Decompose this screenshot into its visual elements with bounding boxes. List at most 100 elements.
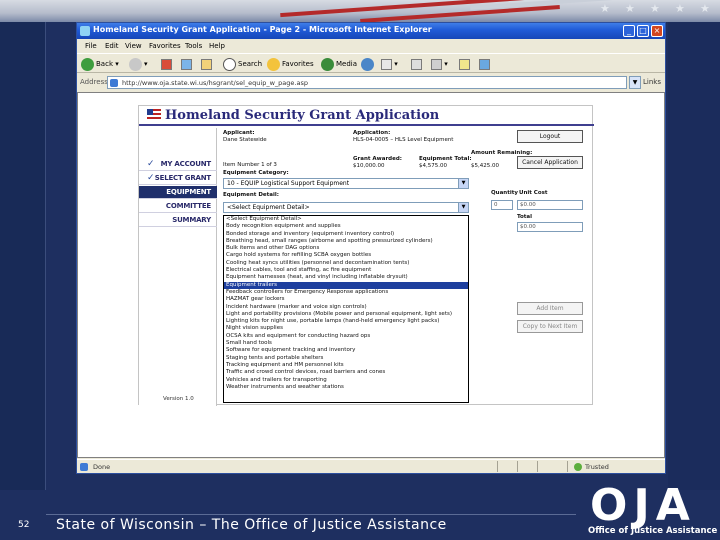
print-button[interactable] <box>411 57 422 71</box>
equipment-detail-option[interactable]: OCSA kits and equipment for conducting h… <box>224 333 468 340</box>
slide-left-panel <box>0 22 46 512</box>
quantity-input[interactable]: 0 <box>491 200 513 210</box>
add-item-button[interactable]: Add Item <box>517 302 583 315</box>
copy-item-button[interactable]: Copy to Next Item <box>517 320 583 333</box>
nav-committee[interactable]: COMMITTEE <box>139 200 217 213</box>
equipment-detail-options: <Select Equipment Detail> Body recognitio… <box>223 215 469 403</box>
status-text: Done <box>93 463 111 471</box>
equipment-detail-option[interactable]: Tracking equipment and HM personnel kits <box>224 362 468 369</box>
home-icon <box>201 58 212 70</box>
address-input[interactable]: http://www.oja.state.wi.us/hsgrant/sel_e… <box>107 76 627 89</box>
total-label: Total <box>517 214 533 220</box>
slide-header-banner: ★ ★ ★ ★ ★ <box>0 0 720 22</box>
equipment-detail-option[interactable]: <Select Equipment Detail> <box>224 216 468 223</box>
grant-awarded-value: $10,000.00 <box>353 163 385 169</box>
equipment-detail-option[interactable]: Cargo hold systems for refilling SCBA ox… <box>224 252 468 259</box>
equipment-detail-option[interactable]: Bulk items and other DAG options <box>224 245 468 252</box>
equipment-detail-option[interactable]: Incident hardware (marker and voice sign… <box>224 304 468 311</box>
app-title: Homeland Security Grant Application <box>165 108 440 123</box>
media-button[interactable]: Media <box>321 57 357 71</box>
back-button[interactable]: Back ▾ <box>81 57 119 71</box>
check-icon: ✓ <box>147 159 155 169</box>
oja-logo-subtitle: Office of Justice Assistance <box>588 526 718 536</box>
address-label: Address <box>80 78 108 86</box>
home-button[interactable] <box>201 57 212 71</box>
page-icon <box>110 79 118 87</box>
application-label: Application: <box>353 130 391 136</box>
menu-file[interactable]: File <box>85 42 97 50</box>
history-button[interactable] <box>361 57 376 71</box>
equipment-detail-option[interactable]: Vehicles and trailers for transporting <box>224 377 468 384</box>
star-icon <box>267 57 280 71</box>
unit-cost-input[interactable]: $0.00 <box>517 200 583 210</box>
equipment-detail-option[interactable]: Small hand tools <box>224 340 468 347</box>
flag-icon <box>147 109 161 121</box>
equipment-detail-option[interactable]: Electrical cables, tool and staffing, ac… <box>224 267 468 274</box>
edit-button[interactable]: ▾ <box>431 57 448 71</box>
equipment-total-value: $4,575.00 <box>419 163 447 169</box>
cancel-application-button[interactable]: Cancel Application <box>517 156 583 169</box>
unit-cost-label: Unit Cost <box>519 190 548 196</box>
discuss-button[interactable] <box>459 57 470 71</box>
equipment-detail-option[interactable]: Equipment harnesses (heat, and vinyl inc… <box>224 274 468 281</box>
logout-button[interactable]: Logout <box>517 130 583 143</box>
minimize-button[interactable]: _ <box>623 25 635 37</box>
page-viewport: Homeland Security Grant Application ✓ MY… <box>77 92 665 458</box>
equipment-detail-option[interactable]: Software for equipment tracking and inve… <box>224 347 468 354</box>
nav-my-account[interactable]: ✓ MY ACCOUNT <box>139 158 217 171</box>
menu-tools[interactable]: Tools <box>185 42 202 50</box>
mail-button[interactable]: ▾ <box>381 57 398 71</box>
nav-select-grant[interactable]: ✓ SELECT GRANT <box>139 172 217 185</box>
equipment-detail-option[interactable]: Bonded storage and inventory (equipment … <box>224 231 468 238</box>
menu-favorites[interactable]: Favorites <box>149 42 181 50</box>
maximize-button[interactable]: □ <box>637 25 649 37</box>
equipment-detail-option[interactable]: Night vision supplies <box>224 325 468 332</box>
stop-button[interactable] <box>161 57 172 71</box>
oja-logo-letters: OJA <box>590 480 696 531</box>
menu-help[interactable]: Help <box>209 42 225 50</box>
address-bar: Address http://www.oja.state.wi.us/hsgra… <box>77 75 665 91</box>
equipment-detail-option[interactable]: Cooling heat syncs utilities (personnel … <box>224 260 468 267</box>
status-bar: Done Trusted <box>77 459 665 473</box>
check-icon: ✓ <box>147 173 155 183</box>
version-label: Version 1.0 <box>163 396 194 402</box>
equipment-detail-option[interactable]: Body recognition equipment and supplies <box>224 223 468 230</box>
equipment-detail-select[interactable]: <Select Equipment Detail> ▼ <box>223 202 469 213</box>
equipment-category-select[interactable]: 10 - EQUIP Logistical Support Equipment ▼ <box>223 178 469 189</box>
favorites-button[interactable]: Favorites <box>267 57 314 71</box>
search-button[interactable]: Search <box>223 57 262 71</box>
slide-right-panel <box>668 22 720 492</box>
nav-summary[interactable]: SUMMARY <box>139 214 217 227</box>
equipment-detail-option[interactable]: Lighting kits for night use, portable la… <box>224 318 468 325</box>
equipment-detail-option[interactable]: Breathing head, small ranges (airborne a… <box>224 238 468 245</box>
refresh-icon <box>181 58 192 70</box>
footer-caption: State of Wisconsin – The Office of Justi… <box>56 517 447 533</box>
equipment-detail-option[interactable]: Staging tents and portable shelters <box>224 355 468 362</box>
equipment-detail-option[interactable]: Equipment trailers <box>224 281 468 289</box>
back-arrow-icon <box>81 57 94 71</box>
equipment-detail-option[interactable]: Weather instruments and weather stations <box>224 384 468 391</box>
equipment-detail-option[interactable]: HAZMAT gear lockers <box>224 296 468 303</box>
forward-arrow-icon <box>129 57 142 71</box>
refresh-button[interactable] <box>181 57 192 71</box>
nav-equipment[interactable]: EQUIPMENT <box>139 186 217 199</box>
ie-icon <box>80 26 90 36</box>
menu-edit[interactable]: Edit <box>105 42 119 50</box>
menu-bar: File Edit View Favorites Tools Help <box>77 40 665 52</box>
menu-view[interactable]: View <box>125 42 142 50</box>
close-button[interactable]: × <box>651 25 663 37</box>
address-dropdown-button[interactable]: ▼ <box>629 76 641 89</box>
application-value: HLS-04-0005 – HLS Level Equipment <box>353 137 454 143</box>
grant-awarded-label: Grant Awarded: <box>353 156 402 162</box>
equipment-detail-option[interactable]: Light and portability provisions (Mobile… <box>224 311 468 318</box>
links-button[interactable]: Links <box>643 78 661 86</box>
equipment-detail-option[interactable]: Traffic and crowd control devices, road … <box>224 369 468 376</box>
security-zone: Trusted <box>585 463 609 471</box>
slide-number: 52 <box>18 520 30 530</box>
equipment-detail-option[interactable]: Feedback controllers for Emergency Respo… <box>224 289 468 296</box>
search-icon <box>223 57 236 71</box>
quantity-label: Quantity <box>491 190 518 196</box>
discuss-icon <box>459 58 470 70</box>
forward-button[interactable]: ▾ <box>129 57 148 71</box>
messenger-button[interactable] <box>479 57 490 71</box>
